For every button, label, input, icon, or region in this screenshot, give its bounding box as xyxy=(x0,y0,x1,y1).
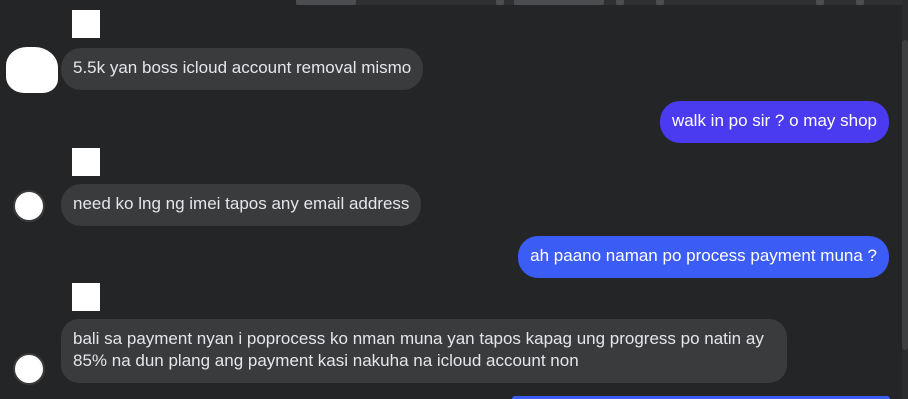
chat-window: 5.5k yan boss icloud account removal mis… xyxy=(0,0,908,399)
taskbar-icon xyxy=(816,0,824,5)
taskbar-icon xyxy=(496,0,504,5)
taskbar-icon xyxy=(856,0,864,5)
taskbar-search xyxy=(514,0,604,5)
sender-name-redacted xyxy=(72,10,100,38)
chat-scrollbar[interactable] xyxy=(902,0,908,399)
taskbar-icon xyxy=(656,0,664,5)
scrollbar-thumb[interactable] xyxy=(902,40,908,350)
taskbar-icon xyxy=(616,0,624,5)
message-bubble-incoming[interactable]: need ko lng ng imei tapos any email addr… xyxy=(61,184,422,226)
sender-name-redacted xyxy=(72,283,100,311)
taskbar-item xyxy=(296,0,356,5)
sender-avatar[interactable] xyxy=(13,190,45,222)
sender-name-redacted xyxy=(72,148,100,176)
message-bubble-incoming[interactable]: bali sa payment nyan i poprocess ko nman… xyxy=(61,319,787,383)
message-bubble-incoming[interactable]: 5.5k yan boss icloud account removal mis… xyxy=(61,48,424,90)
message-bubble-outgoing[interactable]: walk in po sir ? o may shop xyxy=(659,101,889,143)
sender-avatar[interactable] xyxy=(6,47,58,93)
top-taskbar-strip xyxy=(296,0,908,5)
sender-avatar[interactable] xyxy=(13,353,45,385)
message-bubble-outgoing[interactable]: ah paano naman po process payment muna ? xyxy=(518,236,889,278)
